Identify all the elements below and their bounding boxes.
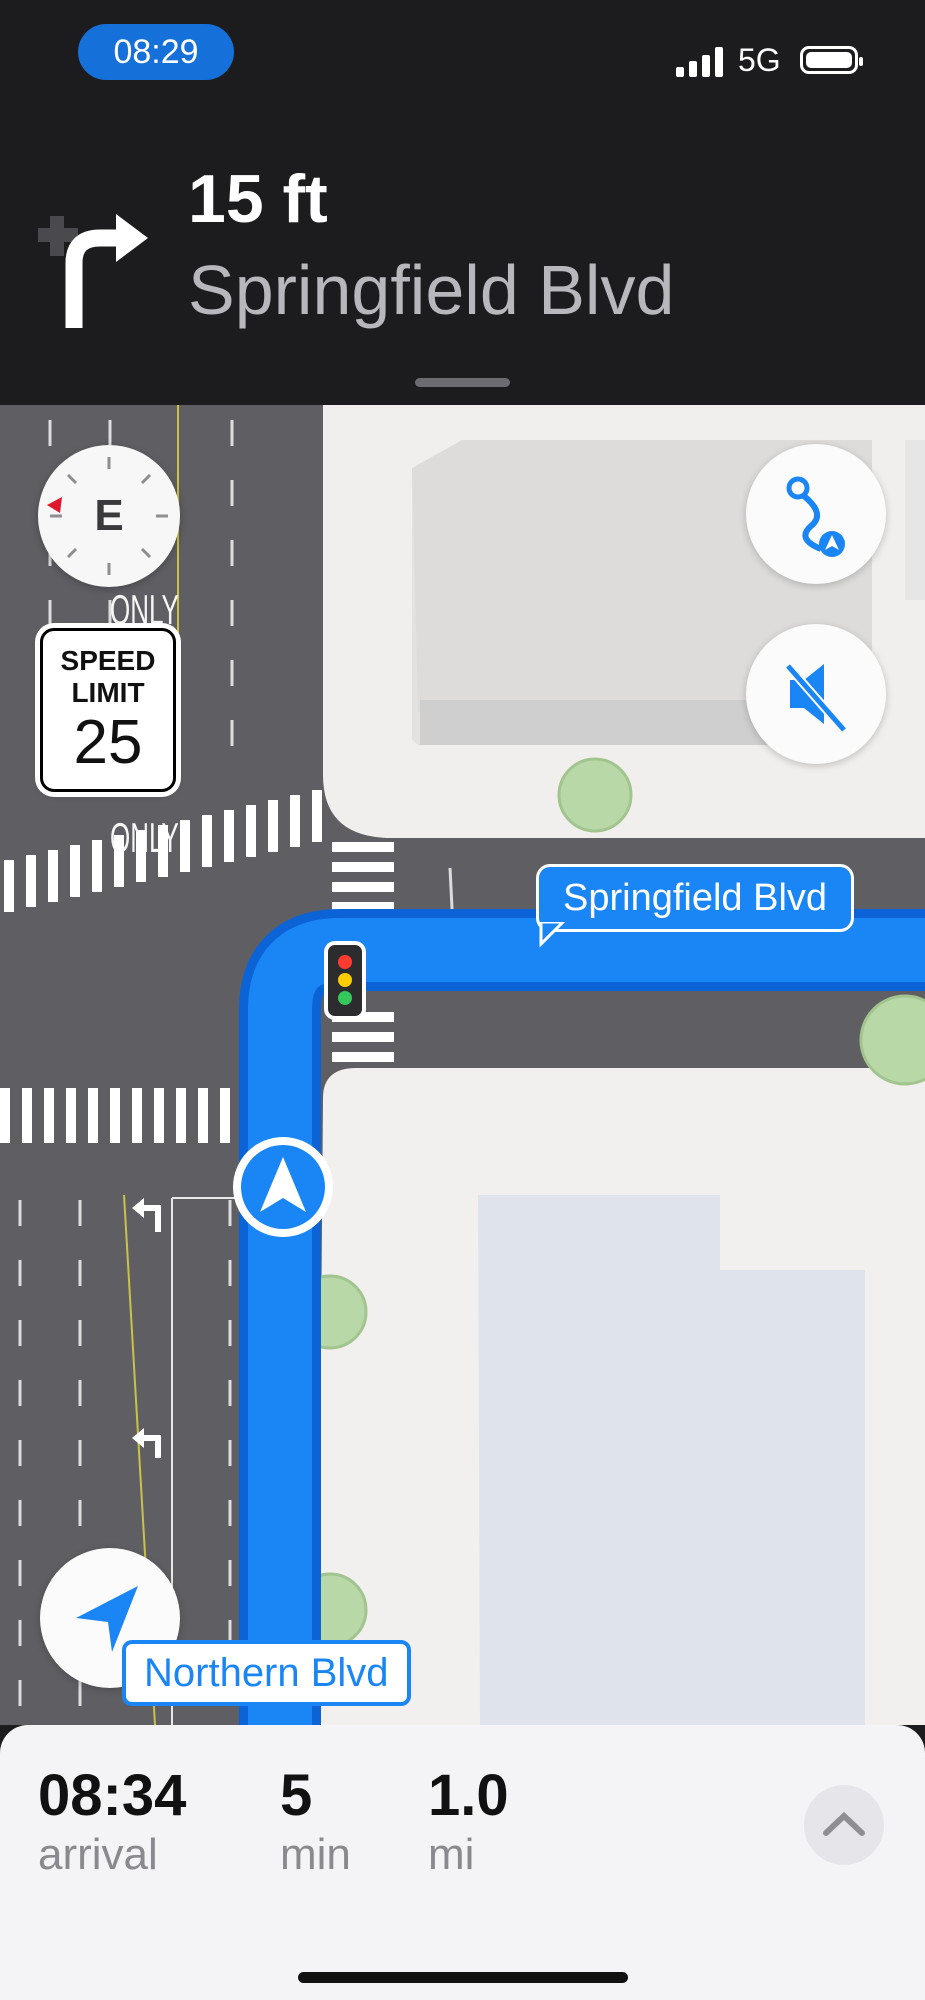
route-overview-button[interactable]: [746, 444, 886, 584]
arrival-label: arrival: [38, 1830, 158, 1879]
speed-limit-value: 25: [73, 708, 143, 777]
distance-stat: 1.0 mi: [428, 1763, 509, 1881]
duration-value: 5: [280, 1763, 313, 1828]
speed-limit-sign: SPEED LIMIT 25: [40, 628, 176, 792]
arrival-time: 08:34: [38, 1763, 187, 1828]
network-type: 5G: [738, 42, 781, 78]
lane-only-marking-2: ONLY: [110, 813, 179, 862]
battery-icon: [800, 46, 863, 74]
banner-grabber[interactable]: [415, 378, 510, 387]
expand-trip-button[interactable]: [804, 1785, 884, 1865]
chevron-up-icon: [823, 1811, 865, 1836]
street-label[interactable]: Northern Blvd: [122, 1640, 411, 1706]
route-overview-icon: [786, 476, 845, 557]
duration-label: min: [280, 1830, 351, 1879]
speed-limit-label-line2: LIMIT: [71, 677, 145, 708]
distance-value: 1.0: [428, 1763, 509, 1828]
duration-stat: 5 min: [280, 1763, 351, 1881]
arrival-stat: 08:34 arrival: [38, 1763, 186, 1881]
map-view[interactable]: ONLY ONLY: [0, 405, 925, 1725]
compass-heading: E: [94, 491, 124, 540]
distance-label: mi: [428, 1830, 475, 1879]
maneuver-distance: 15 ft: [188, 161, 328, 237]
signal-bars-icon: [676, 47, 724, 77]
compass[interactable]: E: [38, 445, 180, 587]
speaker-muted-icon: [784, 663, 848, 733]
status-time[interactable]: 08:29: [78, 24, 234, 80]
mute-voice-button[interactable]: [746, 624, 886, 764]
maneuver-street: Springfield Blvd: [188, 251, 675, 329]
current-street-callout: Springfield Blvd: [536, 864, 855, 932]
speed-limit-label-line1: SPEED: [60, 645, 156, 676]
turn-right-arrow-icon: [38, 214, 148, 328]
trip-summary-sheet[interactable]: 08:34 arrival 5 min 1.0 mi: [0, 1725, 925, 2000]
maneuver-banner[interactable]: 15 ft Springfield Blvd: [0, 110, 925, 405]
status-bar: 08:29 5G: [0, 0, 925, 110]
home-indicator[interactable]: [298, 1972, 628, 1983]
callout-pointer: [539, 922, 566, 948]
